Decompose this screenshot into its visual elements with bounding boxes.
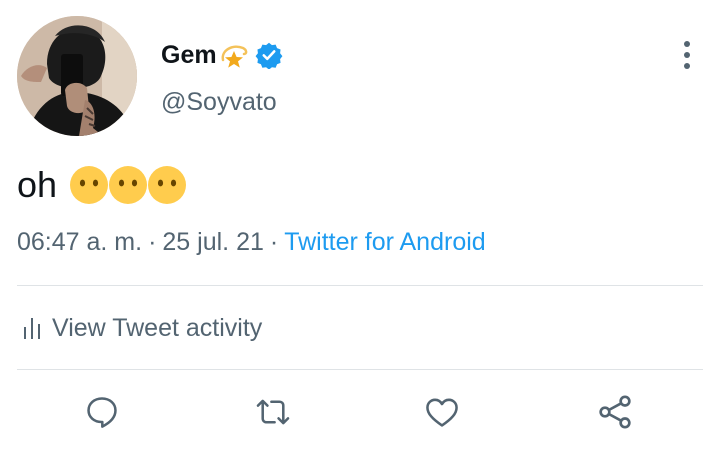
tweet-text-content: oh (17, 164, 58, 205)
heart-icon (426, 398, 458, 427)
more-vertical-icon (684, 41, 690, 69)
tweet-text: oh (17, 160, 187, 210)
more-options-button[interactable] (672, 38, 702, 72)
share-icon (599, 395, 631, 429)
view-tweet-activity-label: View Tweet activity (52, 313, 263, 342)
no-mouth-face-icon (147, 165, 187, 205)
name-row: Gem (161, 38, 283, 72)
reply-icon (87, 397, 117, 428)
tweet-time[interactable]: 06:47 a. m. (17, 228, 142, 256)
tweet-source-link[interactable]: Twitter for Android (284, 228, 485, 256)
share-button[interactable] (595, 390, 635, 434)
like-button[interactable] (422, 390, 462, 434)
avatar[interactable] (17, 16, 137, 136)
display-name[interactable]: Gem (161, 41, 217, 70)
bar-chart-icon (24, 318, 40, 339)
view-tweet-activity-button[interactable]: View Tweet activity (22, 310, 262, 346)
divider (17, 285, 703, 286)
reply-button[interactable] (82, 390, 122, 434)
retweet-icon (256, 399, 290, 425)
meta-separator: · (269, 228, 279, 256)
meta-separator: · (148, 228, 157, 256)
tweet-date[interactable]: 25 jul. 21 (162, 228, 263, 256)
dizzy-star-icon (219, 40, 249, 70)
user-handle[interactable]: @Soyvato (161, 88, 277, 117)
retweet-button[interactable] (253, 390, 293, 434)
avatar-image (17, 16, 137, 136)
divider (17, 369, 703, 370)
no-mouth-face-icon (69, 165, 109, 205)
tweet-meta: 06:47 a. m. · 25 jul. 21 · Twitter for Andro… (17, 228, 486, 257)
verified-badge-icon (255, 41, 283, 69)
no-mouth-face-icon (108, 165, 148, 205)
